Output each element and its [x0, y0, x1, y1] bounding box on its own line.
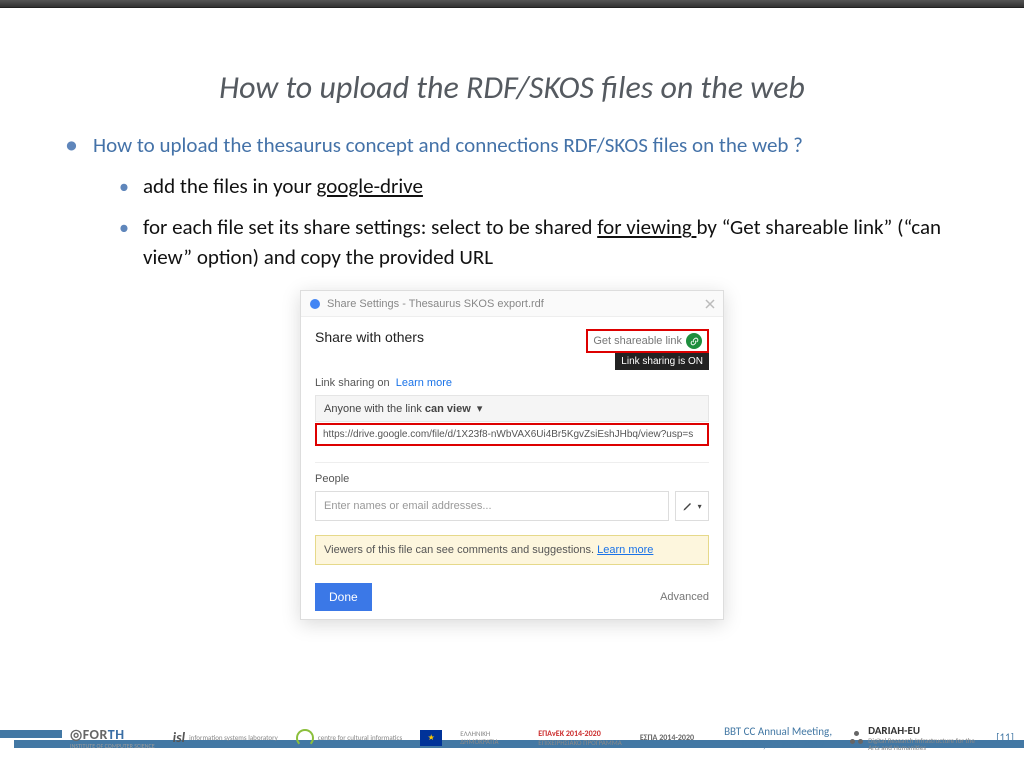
forth-logo: ◎FORTH INSTITUTE OF COMPUTER SCIENCE	[70, 726, 155, 749]
close-icon[interactable]	[705, 299, 715, 309]
bullet-main: How to upload the thesaurus concept and …	[65, 132, 974, 272]
espa-logo: ΕΣΠΑ 2014-2020	[640, 733, 694, 743]
learn-more-link[interactable]: Learn more	[396, 377, 452, 389]
sub-bullet-list: add the files in your google-drive for e…	[93, 172, 974, 272]
forth-sub: INSTITUTE OF COMPUTER SCIENCE	[70, 743, 155, 749]
placeholder-text: Enter names or email addresses...	[324, 500, 492, 512]
done-button[interactable]: Done	[315, 583, 372, 611]
dialog-window-title: Share Settings - Thesaurus SKOS export.r…	[327, 298, 544, 310]
sub2-underline: for viewing	[597, 214, 696, 240]
dialog-titlebar: Share Settings - Thesaurus SKOS export.r…	[301, 291, 723, 317]
isl-sub: information systems laboratory	[189, 734, 278, 742]
page-number: [11]	[996, 731, 1014, 744]
forth-text: ◎FORTH	[70, 726, 125, 743]
isl-text: isl	[173, 729, 185, 746]
footer-row: ◎FORTH INSTITUTE OF COMPUTER SCIENCE isl…	[70, 724, 1014, 752]
advanced-link[interactable]: Advanced	[660, 591, 709, 603]
window-chrome-bar	[0, 0, 1024, 8]
slide-footer: ◎FORTH INSTITUTE OF COMPUTER SCIENCE isl…	[0, 712, 1024, 752]
people-label: People	[315, 473, 709, 485]
permission-bold: can view	[425, 403, 471, 415]
cci-icon	[296, 729, 314, 747]
dariah-logo: DARIAH-EU Digital Research Infrastructur…	[850, 724, 978, 752]
divider	[315, 462, 709, 463]
banner-text: Viewers of this file can see comments an…	[324, 544, 594, 556]
dariah-sub: Digital Research Infrastructure for the …	[868, 737, 978, 752]
slide-content: How to upload the RDF/SKOS files on the …	[0, 8, 1024, 708]
banner-learn-more-link[interactable]: Learn more	[597, 544, 653, 556]
footer-stripe	[0, 730, 62, 738]
sub-bullet-1: add the files in your google-drive	[93, 172, 974, 201]
slide-title: How to upload the RDF/SKOS files on the …	[50, 68, 974, 107]
link-sharing-tooltip: Link sharing is ON	[615, 353, 709, 370]
epanek-logo: ΕΠΑνΕΚ 2014-2020 ΕΠΙΧΕΙΡΗΣΙΑΚΟ ΠΡΟΓΡΑΜΜΑ	[538, 729, 622, 747]
drive-icon	[309, 298, 321, 310]
bullet-list: How to upload the thesaurus concept and …	[50, 132, 974, 272]
isl-logo: isl information systems laboratory	[173, 729, 278, 746]
dariah-textblock: DARIAH-EU Digital Research Infrastructur…	[868, 724, 978, 752]
edit-permission-button[interactable]: ▾	[675, 491, 709, 521]
meeting-line1: BBT CC Annual Meeting,	[724, 725, 832, 738]
people-input[interactable]: Enter names or email addresses...	[315, 491, 669, 521]
greek-gov-logo: ΕΛΛΗΝΙΚΗ ΔΗΜΟΚΡΑΤΙΑ	[460, 730, 520, 745]
espa-text: ΕΣΠΑ 2014-2020	[640, 733, 694, 743]
sub2-pre: for each file set its share settings: se…	[143, 214, 597, 240]
pencil-icon	[682, 500, 694, 512]
sub1-underline: google-drive	[317, 173, 423, 199]
cci-logo: centre for cultural informatics	[296, 729, 402, 747]
sub1-pre: add the files in your	[143, 173, 317, 199]
bullet-main-text: How to upload the thesaurus concept and …	[93, 132, 803, 158]
people-row: Enter names or email addresses... ▾	[315, 491, 709, 521]
sub-bullet-2: for each file set its share settings: se…	[93, 213, 974, 272]
link-sharing-label: Link sharing on	[315, 377, 390, 389]
dialog-header-row: Share with others Get shareable link Lin…	[315, 329, 709, 353]
get-shareable-link-button[interactable]: Get shareable link Link sharing is ON	[586, 329, 709, 353]
get-shareable-link-label: Get shareable link	[593, 335, 682, 347]
share-url-field[interactable]: https://drive.google.com/file/d/1X23f8-n…	[315, 423, 709, 446]
link-sharing-row: Link sharing on Learn more	[315, 377, 709, 389]
dialog-body: Share with others Get shareable link Lin…	[301, 317, 723, 619]
permission-pre: Anyone with the link	[324, 403, 425, 415]
epanek-sub: ΕΠΙΧΕΙΡΗΣΙΑΚΟ ΠΡΟΓΡΑΜΜΑ	[538, 739, 622, 747]
cci-text: centre for cultural informatics	[318, 734, 402, 742]
link-icon	[686, 333, 702, 349]
share-dialog: Share Settings - Thesaurus SKOS export.r…	[300, 290, 724, 620]
permission-dropdown[interactable]: Anyone with the link can view ▾	[315, 395, 709, 422]
meeting-info: BBT CC Annual Meeting, Athens, 13 Nov 20…	[724, 725, 832, 751]
dialog-footer: Done Advanced	[315, 583, 709, 611]
dariah-icon	[850, 731, 864, 745]
dariah-text: DARIAH-EU	[868, 724, 978, 737]
eu-flag-icon: ★	[420, 730, 442, 746]
meeting-line2: Athens, 13 Nov 2019	[724, 738, 832, 751]
info-banner: Viewers of this file can see comments an…	[315, 535, 709, 565]
eu-flag-logo: ★	[420, 730, 442, 746]
share-with-others-label: Share with others	[315, 329, 424, 345]
dialog-container: Share Settings - Thesaurus SKOS export.r…	[50, 290, 974, 620]
